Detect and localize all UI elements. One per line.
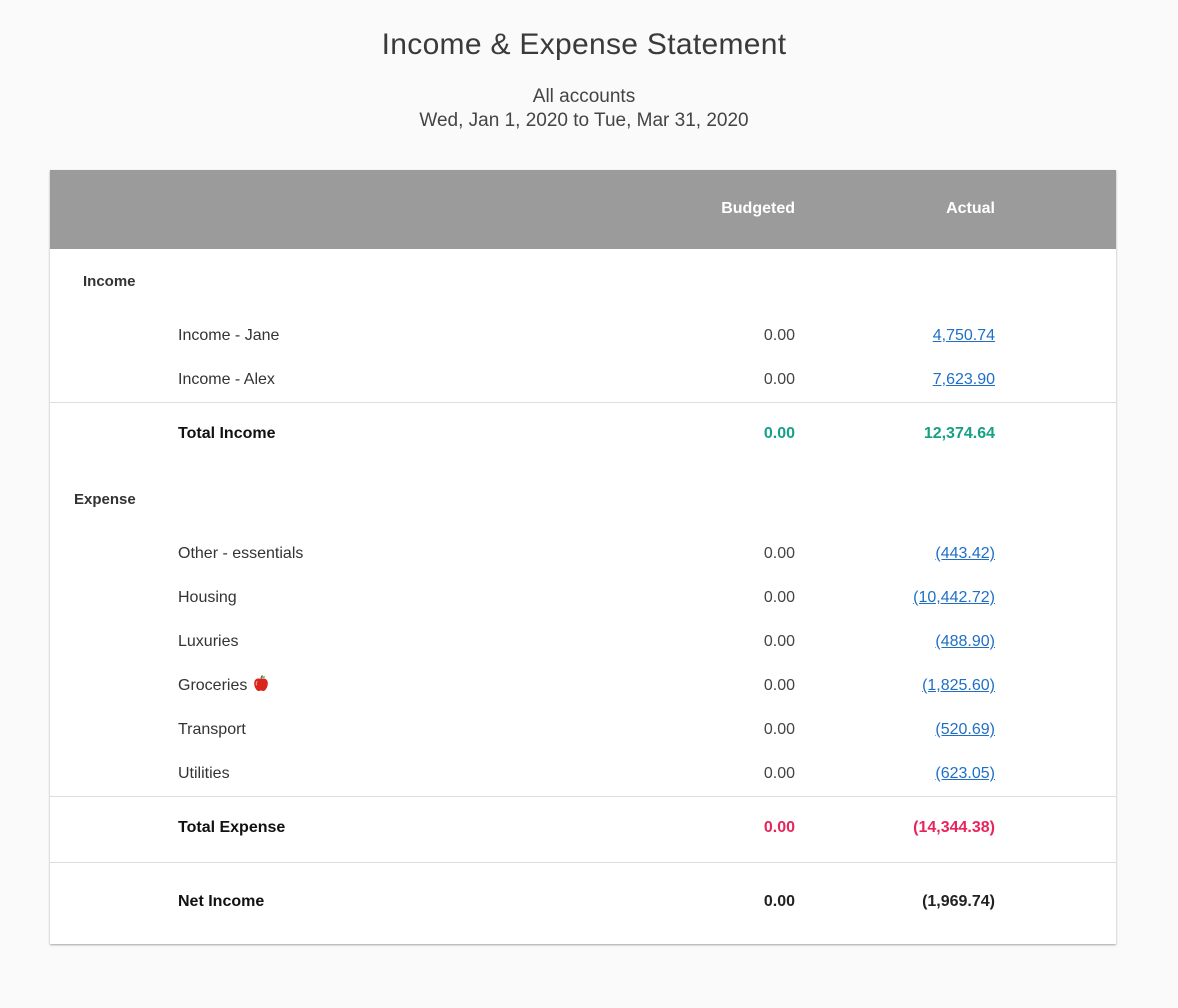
- row-budgeted: 0.00: [763, 677, 795, 694]
- total-expense-budgeted: 0.00: [763, 819, 795, 836]
- row-budgeted: 0.00: [763, 721, 795, 738]
- net-income-actual: (1,969.74): [922, 893, 995, 910]
- table-row: Luxuries 0.00 (488.90): [50, 620, 1116, 664]
- row-name: Groceries: [178, 677, 248, 694]
- actual-amount-link[interactable]: 4,750.74: [933, 314, 995, 358]
- total-expense-row: Total Expense 0.00 (14,344.38): [50, 806, 1116, 850]
- total-income-label: Total Income: [178, 425, 276, 442]
- report-page: Income & Expense Statement All accounts …: [0, 0, 1178, 1008]
- row-name: Transport: [178, 721, 246, 738]
- row-budgeted: 0.00: [763, 765, 795, 782]
- table-row: Transport 0.00 (520.69): [50, 708, 1116, 752]
- budgeted-column-header: Budgeted: [721, 200, 795, 217]
- table-row: Housing 0.00 (10,442.72): [50, 576, 1116, 620]
- page-title: Income & Expense Statement: [381, 28, 787, 61]
- actual-amount-link[interactable]: 7,623.90: [933, 358, 995, 402]
- row-name: Income - Alex: [178, 371, 275, 388]
- row-budgeted: 0.00: [763, 371, 795, 388]
- total-expense-label: Total Expense: [178, 819, 286, 836]
- date-range-subtitle: Wed, Jan 1, 2020 to Tue, Mar 31, 2020: [419, 110, 749, 131]
- total-expense-actual: (14,344.38): [913, 819, 995, 836]
- row-budgeted: 0.00: [763, 589, 795, 606]
- total-income-row: Total Income 0.00 12,374.64: [50, 412, 1116, 456]
- row-budgeted: 0.00: [763, 545, 795, 562]
- actual-amount-link[interactable]: (488.90): [935, 620, 995, 664]
- actual-amount-link[interactable]: (520.69): [935, 708, 995, 752]
- actual-amount-link[interactable]: (1,825.60): [922, 664, 995, 708]
- actual-amount-link[interactable]: (623.05): [935, 752, 995, 796]
- row-name: Utilities: [178, 765, 230, 782]
- actual-amount-link[interactable]: (443.42): [935, 532, 995, 576]
- income-section-label: Income: [83, 273, 136, 290]
- table-row: Income - Jane 0.00 4,750.74: [50, 314, 1116, 358]
- row-name-with-icon: Groceries: [178, 664, 269, 708]
- row-name: Income - Jane: [178, 327, 280, 344]
- table-row: Groceries 0.00 (1,825.60): [50, 664, 1116, 708]
- table-row: Other - essentials 0.00 (443.42): [50, 532, 1116, 576]
- row-name: Housing: [178, 589, 237, 606]
- actual-column-header: Actual: [946, 200, 995, 217]
- net-income-row: Net Income 0.00 (1,969.74): [50, 880, 1116, 924]
- row-name: Other - essentials: [178, 545, 304, 562]
- row-divider: [50, 796, 1116, 797]
- table-row: Income - Alex 0.00 7,623.90: [50, 358, 1116, 402]
- net-income-label: Net Income: [178, 893, 265, 910]
- total-income-budgeted: 0.00: [763, 425, 795, 442]
- table-row: Utilities 0.00 (623.05): [50, 752, 1116, 796]
- accounts-subtitle: All accounts: [532, 86, 636, 107]
- statement-table: Budgeted Actual Income Income - Jane 0.0…: [50, 170, 1116, 944]
- expense-section-label: Expense: [74, 491, 136, 508]
- actual-amount-link[interactable]: (10,442.72): [913, 576, 995, 620]
- table-header: Budgeted Actual: [50, 170, 1116, 249]
- row-divider: [50, 402, 1116, 403]
- net-income-budgeted: 0.00: [763, 893, 795, 910]
- total-income-actual: 12,374.64: [923, 425, 995, 442]
- row-budgeted: 0.00: [763, 327, 795, 344]
- row-name: Luxuries: [178, 633, 239, 650]
- row-budgeted: 0.00: [763, 633, 795, 650]
- apple-icon: [253, 666, 269, 692]
- row-divider: [50, 862, 1116, 863]
